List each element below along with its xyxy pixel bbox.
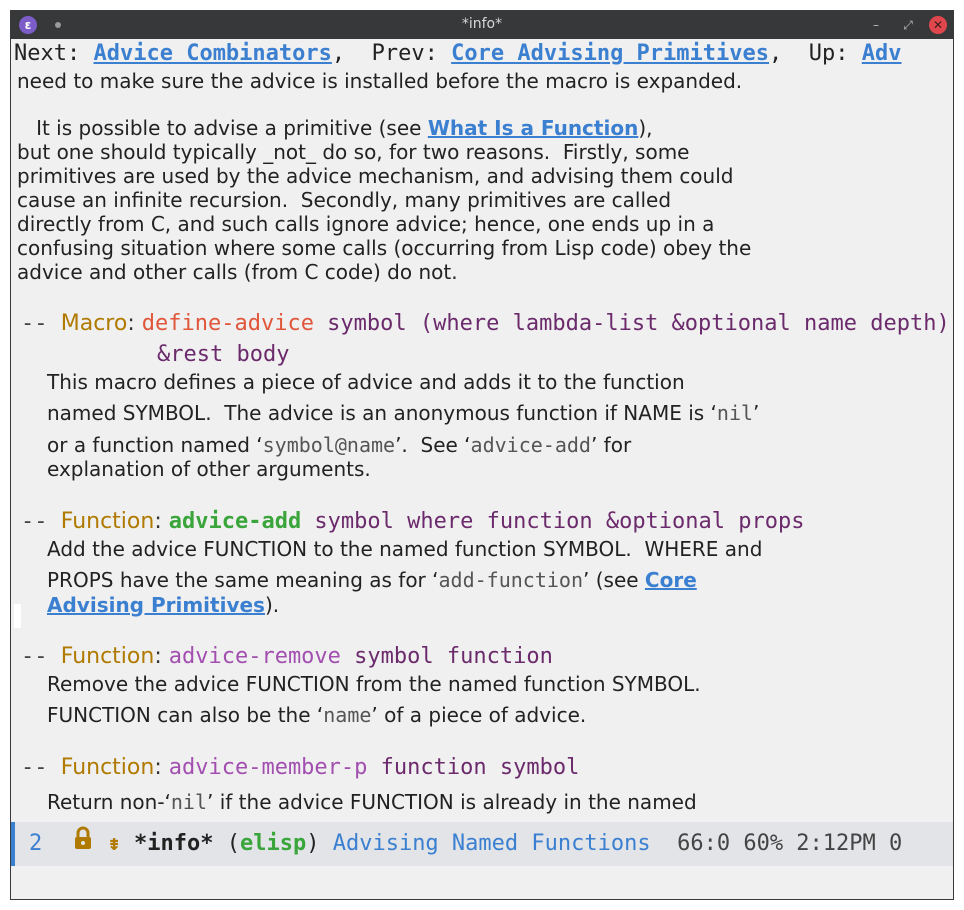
info-buffer-text[interactable]: need to make sure the advice is installe… — [11, 69, 953, 821]
text-fragment: ’ for — [590, 433, 632, 457]
def-category: Function — [60, 644, 155, 669]
doc-line: FUNCTION can also be the ‘name’ of a pie… — [47, 703, 586, 727]
doc-line: Advising Primitives). — [47, 593, 279, 617]
inline-code: add-function — [438, 568, 584, 592]
text-fragment: It is possible to advise a primitive (se… — [17, 116, 428, 140]
def-name: advice-add — [168, 509, 302, 534]
def-args: function symbol — [367, 755, 580, 780]
def-dash: -- — [21, 755, 61, 780]
next-node-link[interactable]: Advice Combinators — [93, 41, 331, 66]
text-line: advice and other calls (from C code) do … — [17, 260, 458, 284]
doc-line: PROPS have the same meaning as for ‘add-… — [47, 568, 697, 592]
text-fragment: FUNCTION can also be the ‘ — [47, 703, 324, 727]
doc-line: Add the advice FUNCTION to the named fun… — [47, 537, 763, 561]
inline-code: name — [323, 703, 372, 727]
text-line: but one should typically _not_ do so, fo… — [17, 140, 690, 164]
inline-code: symbol@name — [262, 433, 396, 457]
text-fragment: ’ — [753, 401, 760, 425]
text-fragment: ’ (see — [583, 568, 645, 592]
core-advising-primitives-link[interactable]: Core — [645, 568, 697, 592]
doc-line: Remove the advice FUNCTION from the name… — [47, 672, 701, 696]
prev-label: , Prev: — [331, 41, 452, 66]
major-mode[interactable]: elisp — [240, 831, 306, 856]
def-args: symbol function — [340, 644, 553, 669]
info-node-name: Advising Named Functions — [332, 831, 651, 856]
narrow-icon: ⇟ — [107, 831, 121, 856]
next-label: Next: — [14, 41, 94, 66]
def-category: Function — [60, 509, 155, 534]
define-advice-definition: -- Macro: define-advice symbol (where la… — [21, 311, 950, 336]
prev-node-link[interactable]: Core Advising Primitives — [451, 41, 769, 66]
text-fragment: PROPS have the same meaning as for ‘ — [47, 568, 439, 592]
what-is-a-function-link[interactable]: What Is a Function — [428, 116, 638, 140]
text-line: cause an infinite recursion. Secondly, m… — [17, 188, 672, 212]
def-name: define-advice — [141, 311, 314, 336]
inline-code: advice-add — [470, 433, 591, 457]
minibuffer[interactable] — [11, 866, 953, 899]
doc-line: named SYMBOL. The advice is an anonymous… — [47, 401, 759, 425]
maximize-button[interactable]: ⤢ — [899, 16, 917, 34]
text-fragment: ’ of a piece of advice. — [371, 703, 587, 727]
def-args: symbol where function &optional props — [301, 509, 805, 534]
mode-open: ( — [213, 831, 240, 856]
emacs-window: ε *info* – ⤢ ✕ Next: Advice Combinators,… — [10, 10, 954, 900]
text-fragment: ), — [638, 116, 653, 140]
text-line: It is possible to advise a primitive (se… — [17, 116, 652, 140]
def-category: Macro — [60, 311, 128, 336]
text-fragment: Return non-‘ — [47, 790, 171, 814]
advice-add-definition: -- Function: advice-add symbol where fun… — [21, 509, 805, 534]
advice-remove-definition: -- Function: advice-remove symbol functi… — [21, 644, 553, 669]
text-fragment: ). — [264, 593, 280, 617]
up-node-link[interactable]: Adv — [862, 41, 902, 66]
window-number: 2 — [29, 831, 43, 856]
text-fragment: named SYMBOL. The advice is an anonymous… — [47, 401, 717, 425]
mode-close: ) — [306, 831, 333, 856]
def-dash: -- — [21, 509, 61, 534]
define-advice-args-continued: &rest body — [157, 342, 289, 367]
text-fragment: ’ if the advice FUNCTION is already in t… — [207, 790, 697, 814]
doc-line: or a function named ‘symbol@name’. See ‘… — [47, 433, 631, 457]
doc-line: explanation of other arguments. — [47, 457, 371, 481]
def-colon: : — [127, 311, 142, 336]
def-args: symbol (where lambda-list &optional name… — [313, 311, 950, 336]
def-colon: : — [154, 509, 169, 534]
up-label: , Up: — [769, 41, 862, 66]
text-fragment: or a function named ‘ — [47, 433, 263, 457]
def-category: Function — [60, 755, 155, 780]
close-button[interactable]: ✕ — [929, 16, 947, 34]
inline-code: nil — [716, 401, 754, 425]
doc-line: Return non-‘nil’ if the advice FUNCTION … — [47, 790, 697, 814]
inline-code: nil — [170, 790, 208, 814]
minimize-button[interactable]: – — [867, 16, 885, 34]
text-fragment: ’. See ‘ — [395, 433, 471, 457]
def-colon: : — [154, 644, 169, 669]
mode-line[interactable]: 2 ⇟ *info* (elisp) Advising Named Functi… — [11, 822, 953, 866]
text-line: need to make sure the advice is installe… — [17, 69, 743, 93]
window-title: *info* — [461, 16, 503, 32]
def-dash: -- — [21, 311, 61, 336]
text-line: directly from C, and such calls ignore a… — [17, 212, 715, 236]
title-bar[interactable]: ε *info* – ⤢ ✕ — [11, 11, 953, 39]
def-args: &rest body — [157, 342, 290, 367]
buffer-name[interactable]: *info* — [134, 831, 213, 856]
lock-icon — [72, 822, 94, 866]
advice-member-p-definition: -- Function: advice-member-p function sy… — [21, 755, 579, 780]
text-line: confusing situation where some calls (oc… — [17, 236, 752, 260]
core-advising-primitives-link[interactable]: Advising Primitives — [47, 593, 265, 617]
text-cursor — [14, 604, 21, 628]
text-line: primitives are used by the advice mechan… — [17, 164, 734, 188]
position-info: 66:0 60% 2:12PM 0 — [650, 831, 903, 856]
def-name: advice-remove — [168, 644, 341, 669]
def-colon: : — [154, 755, 169, 780]
def-dash: -- — [21, 644, 61, 669]
info-header-line: Next: Advice Combinators, Prev: Core Adv… — [11, 39, 953, 69]
doc-line: This macro defines a piece of advice and… — [47, 370, 685, 394]
def-name: advice-member-p — [168, 755, 368, 780]
